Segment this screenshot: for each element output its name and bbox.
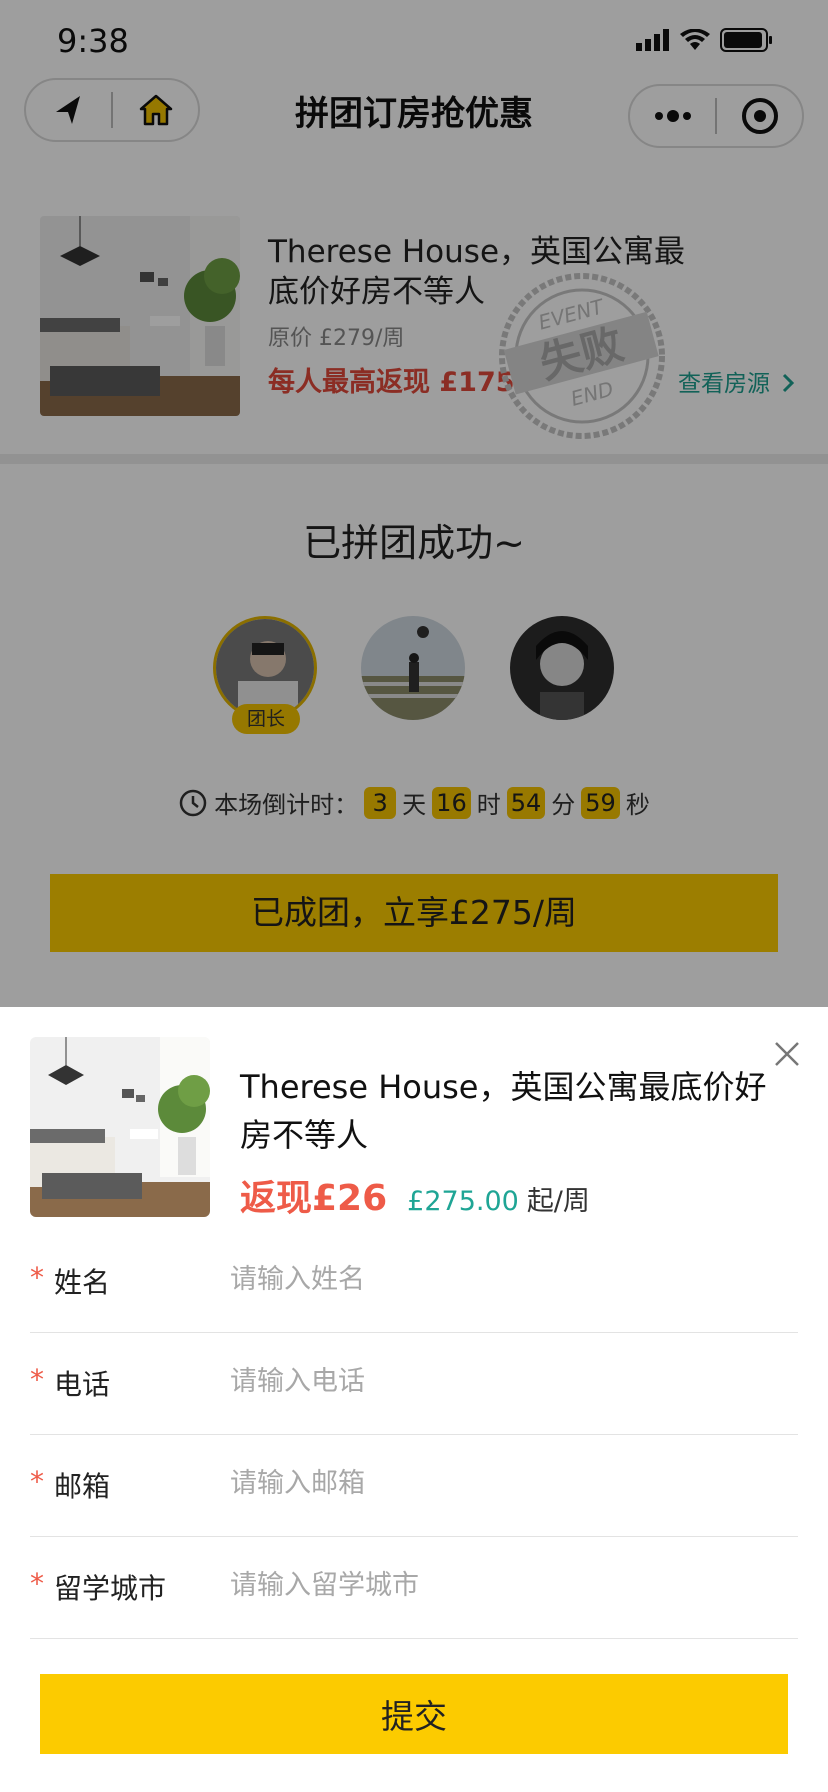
sheet-price: £275.00: [407, 1186, 519, 1217]
form-row-city: * 留学城市: [30, 1537, 798, 1639]
phone-label: 电话: [54, 1368, 111, 1401]
required-mark: *: [30, 1567, 44, 1600]
city-input[interactable]: [230, 1561, 790, 1609]
sheet-product-title: Therese House，英国公寓最底价好房不等人: [240, 1068, 767, 1154]
name-label: 姓名: [54, 1266, 111, 1299]
sheet-price-unit: 起/周: [526, 1186, 590, 1217]
email-label: 邮箱: [54, 1470, 111, 1503]
sheet-price-row: 返现£26 £275.00 起/周: [240, 1169, 590, 1221]
form-row-email: * 邮箱: [30, 1435, 798, 1537]
sheet-product-image: [30, 1037, 210, 1217]
city-label: 留学城市: [54, 1572, 167, 1605]
booking-sheet: Therese House，英国公寓最底价好房不等人 返现£26 £275.00…: [0, 1007, 828, 1792]
email-input[interactable]: [230, 1459, 790, 1507]
close-sheet-button[interactable]: [770, 1037, 804, 1071]
phone-input[interactable]: [230, 1357, 790, 1405]
form-row-name: * 姓名: [30, 1231, 798, 1333]
submit-button[interactable]: 提交: [40, 1674, 788, 1754]
form-row-phone: * 电话: [30, 1333, 798, 1435]
required-mark: *: [30, 1465, 44, 1498]
close-icon: [775, 1042, 799, 1066]
sheet-cashback: 返现£26: [240, 1178, 388, 1219]
required-mark: *: [30, 1363, 44, 1396]
required-mark: *: [30, 1261, 44, 1294]
name-input[interactable]: [230, 1255, 790, 1303]
